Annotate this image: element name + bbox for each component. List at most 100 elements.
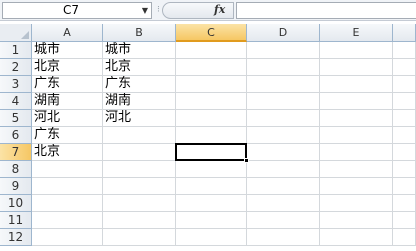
cell-d9[interactable] (247, 178, 320, 195)
row-header-11[interactable]: 11 (0, 212, 32, 229)
cell-overflow (393, 229, 416, 246)
row-header-9[interactable]: 9 (0, 178, 32, 195)
cell-d2[interactable] (247, 59, 320, 76)
cell-e4[interactable] (320, 93, 393, 110)
splitter-handle-icon[interactable]: ⁝ (157, 4, 161, 17)
cell-a12[interactable] (32, 229, 103, 246)
cell-overflow (393, 59, 416, 76)
cell-d8[interactable] (247, 161, 320, 178)
cell-a9[interactable] (32, 178, 103, 195)
cell-b11[interactable] (103, 212, 176, 229)
cell-a3[interactable]: 广东 (32, 76, 103, 93)
cell-c4[interactable] (176, 93, 247, 110)
cell-c8[interactable] (176, 161, 247, 178)
row-header-2[interactable]: 2 (0, 59, 32, 76)
cell-d3[interactable] (247, 76, 320, 93)
cell-e11[interactable] (320, 212, 393, 229)
cell-c10[interactable] (176, 195, 247, 212)
cell-d6[interactable] (247, 127, 320, 144)
cell-overflow (393, 195, 416, 212)
cell-e8[interactable] (320, 161, 393, 178)
cell-c11[interactable] (176, 212, 247, 229)
cell-b4[interactable]: 湖南 (103, 93, 176, 110)
cell-b9[interactable] (103, 178, 176, 195)
cell-overflow (393, 127, 416, 144)
cell-overflow (393, 212, 416, 229)
cell-b10[interactable] (103, 195, 176, 212)
name-box[interactable]: C7 ▼ (2, 2, 152, 19)
cell-c12[interactable] (176, 229, 247, 246)
row-header-5[interactable]: 5 (0, 110, 32, 127)
column-header-b[interactable]: B (103, 24, 176, 42)
column-header-overflow (393, 24, 416, 42)
cell-a1[interactable]: 城市 (32, 42, 103, 59)
cell-a11[interactable] (32, 212, 103, 229)
cell-b8[interactable] (103, 161, 176, 178)
cell-c1[interactable] (176, 42, 247, 59)
row-header-7[interactable]: 7 (0, 144, 32, 161)
select-all-button[interactable] (0, 24, 32, 42)
cell-c5[interactable] (176, 110, 247, 127)
cell-d7[interactable] (247, 144, 320, 161)
fill-handle[interactable] (244, 158, 249, 163)
column-header-c[interactable]: C (176, 24, 247, 42)
row-header-10[interactable]: 10 (0, 195, 32, 212)
cell-b12[interactable] (103, 229, 176, 246)
cell-e12[interactable] (320, 229, 393, 246)
cell-overflow (393, 42, 416, 59)
cell-a4[interactable]: 湖南 (32, 93, 103, 110)
cell-b6[interactable] (103, 127, 176, 144)
cell-overflow (393, 161, 416, 178)
cell-a8[interactable] (32, 161, 103, 178)
column-header-d[interactable]: D (247, 24, 320, 42)
cell-overflow (393, 93, 416, 110)
cell-d4[interactable] (247, 93, 320, 110)
row-header-8[interactable]: 8 (0, 161, 32, 178)
name-box-value: C7 (62, 3, 79, 17)
cell-e5[interactable] (320, 110, 393, 127)
cell-a6[interactable]: 广东 (32, 127, 103, 144)
cell-d1[interactable] (247, 42, 320, 59)
cell-e1[interactable] (320, 42, 393, 59)
column-header-e[interactable]: E (320, 24, 393, 42)
cell-e9[interactable] (320, 178, 393, 195)
formula-input[interactable] (236, 2, 416, 19)
row-header-3[interactable]: 3 (0, 76, 32, 93)
formula-area: fx (162, 2, 416, 19)
cell-d12[interactable] (247, 229, 320, 246)
formula-bar: C7 ▼ ⁝ fx (0, 0, 416, 21)
row-header-1[interactable]: 1 (0, 42, 32, 59)
cell-c3[interactable] (176, 76, 247, 93)
insert-function-button[interactable]: fx (214, 2, 225, 17)
cell-a2[interactable]: 北京 (32, 59, 103, 76)
cell-b5[interactable]: 河北 (103, 110, 176, 127)
cell-e2[interactable] (320, 59, 393, 76)
cell-overflow (393, 178, 416, 195)
chevron-down-icon[interactable]: ▼ (142, 3, 148, 18)
cell-b7[interactable] (103, 144, 176, 161)
cell-a10[interactable] (32, 195, 103, 212)
cell-e10[interactable] (320, 195, 393, 212)
row-header-6[interactable]: 6 (0, 127, 32, 144)
cell-e7[interactable] (320, 144, 393, 161)
cell-d10[interactable] (247, 195, 320, 212)
column-header-a[interactable]: A (32, 24, 103, 42)
cell-c2[interactable] (176, 59, 247, 76)
cell-d11[interactable] (247, 212, 320, 229)
cell-overflow (393, 76, 416, 93)
cell-a5[interactable]: 河北 (32, 110, 103, 127)
cell-e3[interactable] (320, 76, 393, 93)
cell-b3[interactable]: 广东 (103, 76, 176, 93)
row-header-4[interactable]: 4 (0, 93, 32, 110)
cell-b2[interactable]: 北京 (103, 59, 176, 76)
cell-d5[interactable] (247, 110, 320, 127)
cell-overflow (393, 144, 416, 161)
cell-b1[interactable]: 城市 (103, 42, 176, 59)
cell-a7[interactable]: 北京 (32, 144, 103, 161)
cell-e6[interactable] (320, 127, 393, 144)
cell-overflow (393, 110, 416, 127)
active-cell-border (175, 143, 247, 161)
cell-c6[interactable] (176, 127, 247, 144)
row-header-12[interactable]: 12 (0, 229, 32, 246)
cell-c9[interactable] (176, 178, 247, 195)
